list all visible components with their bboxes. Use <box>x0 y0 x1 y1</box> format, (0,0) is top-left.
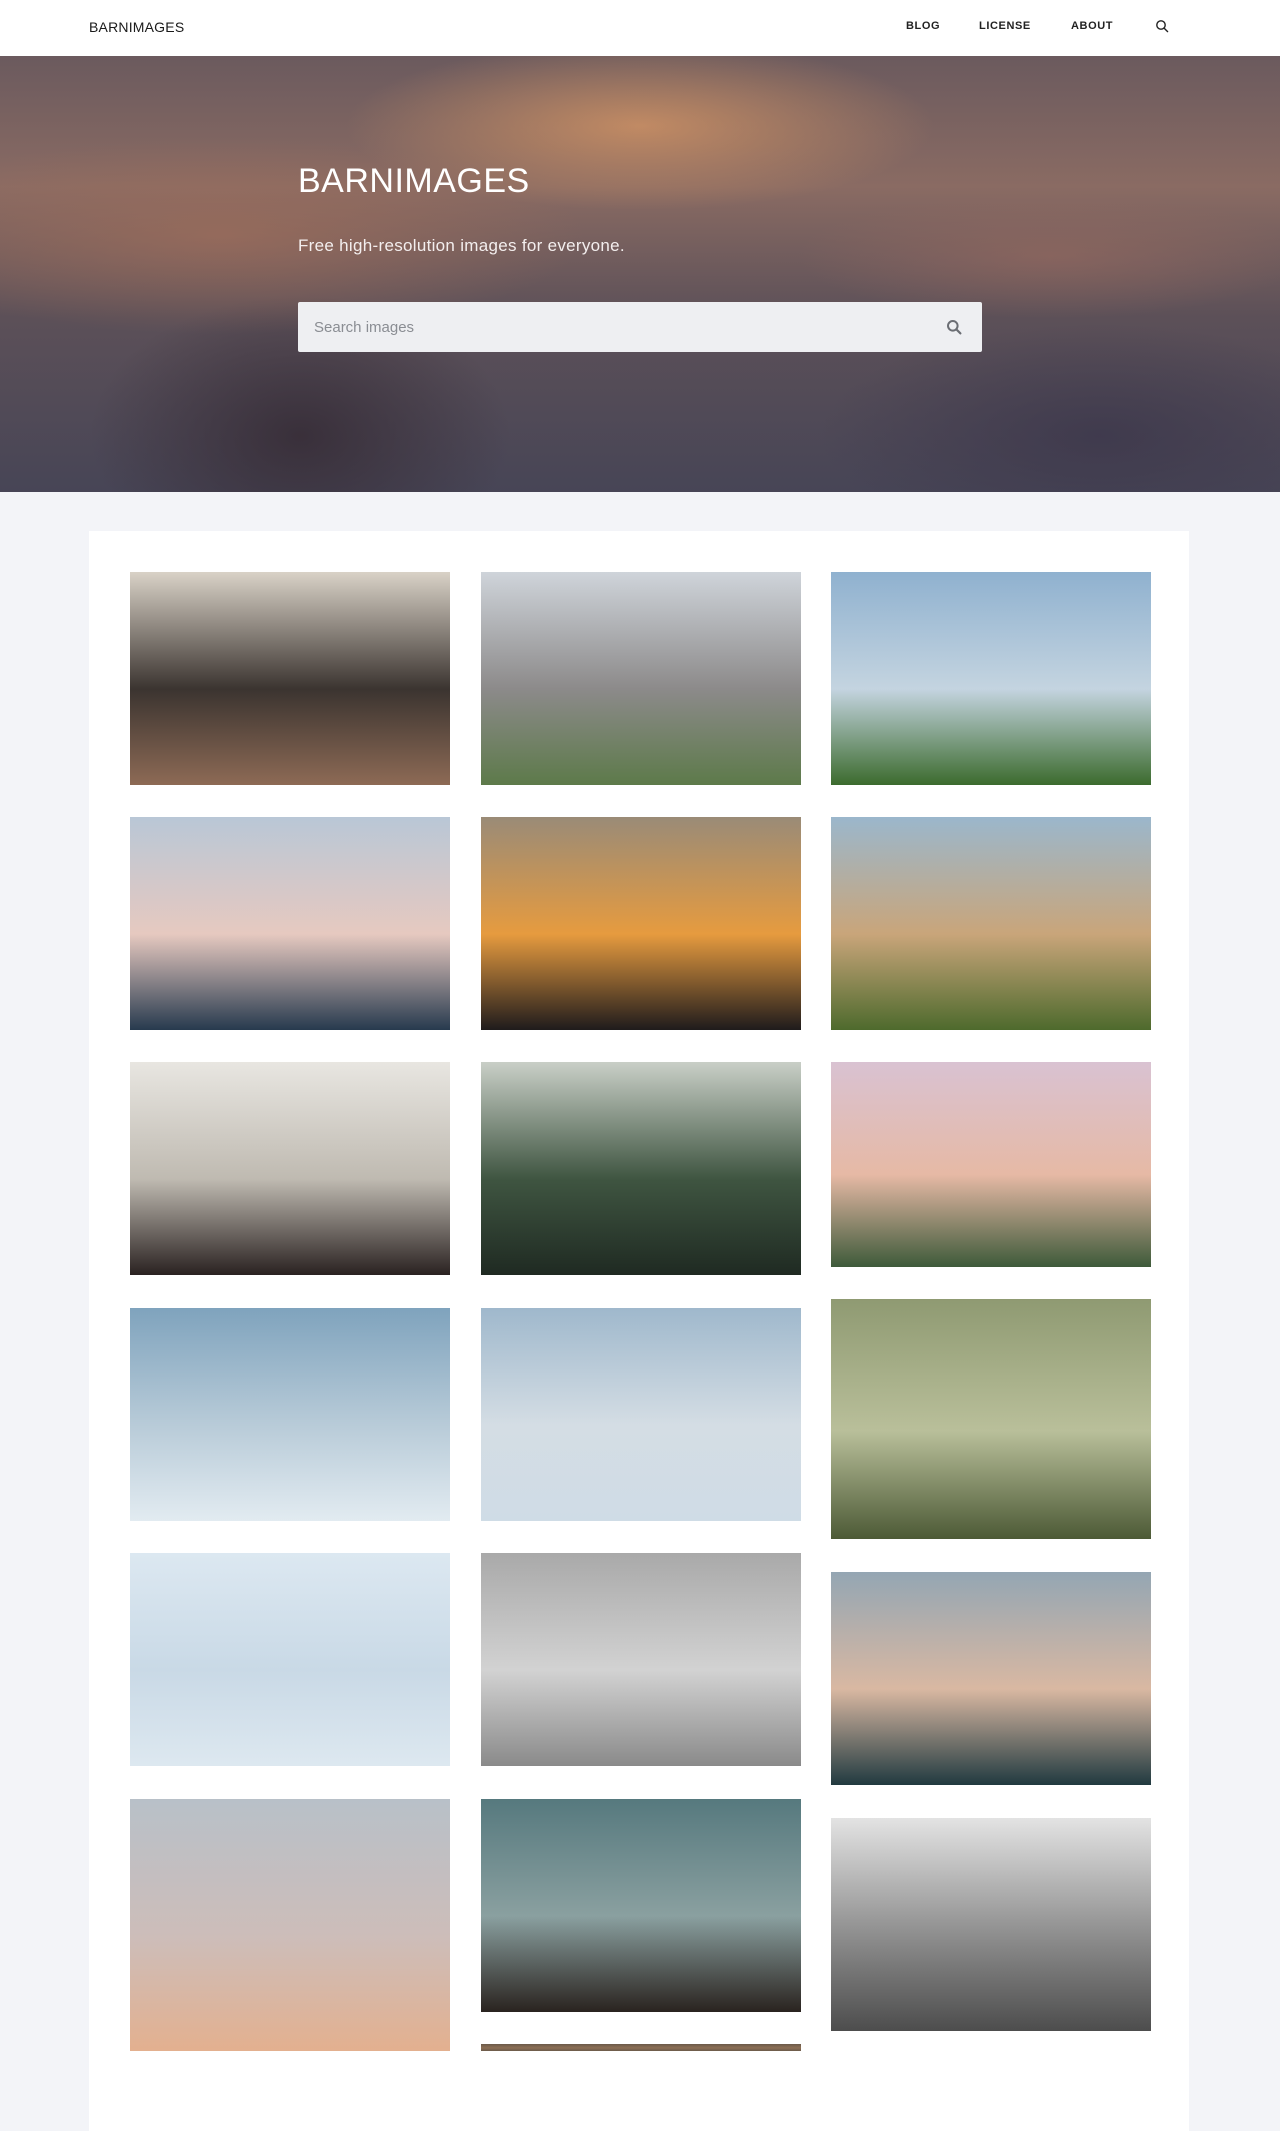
gallery-photo[interactable] <box>831 1818 1151 2031</box>
gallery-photo[interactable] <box>831 1062 1151 1267</box>
photo-thumbnail <box>130 1308 450 1521</box>
photo-thumbnail <box>481 1799 801 2012</box>
top-navigation-bar: BARNIMAGES BLOG LICENSE ABOUT <box>0 0 1280 56</box>
photo-thumbnail <box>831 1818 1151 2031</box>
image-gallery <box>89 531 1189 2131</box>
nav-link-about[interactable]: ABOUT <box>1071 20 1113 32</box>
gallery-photo[interactable] <box>481 572 801 785</box>
gallery-photo[interactable] <box>831 1572 1151 1785</box>
gallery-photo[interactable] <box>831 817 1151 1030</box>
nav-link-license[interactable]: LICENSE <box>979 20 1031 32</box>
gallery-photo[interactable] <box>130 1062 450 1275</box>
search-icon[interactable] <box>946 319 962 335</box>
hero-banner: BARNIMAGES Free high-resolution images f… <box>0 56 1280 492</box>
nav-link-blog[interactable]: BLOG <box>906 20 940 32</box>
search-input[interactable] <box>298 302 918 352</box>
photo-thumbnail <box>130 1062 450 1275</box>
photo-thumbnail <box>130 817 450 1030</box>
photo-thumbnail <box>481 817 801 1030</box>
search-icon[interactable] <box>1155 19 1169 33</box>
photo-thumbnail <box>130 1799 450 2051</box>
photo-thumbnail <box>481 1553 801 1766</box>
photo-thumbnail <box>831 1572 1151 1785</box>
gallery-photo[interactable] <box>130 572 450 785</box>
photo-thumbnail <box>130 1553 450 1766</box>
gallery-photo[interactable] <box>481 1553 801 1766</box>
photo-thumbnail <box>831 572 1151 785</box>
gallery-photo[interactable] <box>481 817 801 1030</box>
gallery-photo[interactable] <box>831 1299 1151 1539</box>
gallery-photo[interactable] <box>831 572 1151 785</box>
photo-thumbnail <box>130 572 450 785</box>
photo-thumbnail <box>831 817 1151 1030</box>
photo-thumbnail <box>831 1299 1151 1539</box>
hero-title: BARNIMAGES <box>298 162 530 200</box>
gallery-photo[interactable] <box>130 1308 450 1521</box>
image-search-box <box>298 302 982 352</box>
gallery-photo[interactable] <box>481 1799 801 2012</box>
gallery-photo[interactable] <box>130 1799 450 2051</box>
photo-thumbnail <box>481 1308 801 1521</box>
gallery-photo[interactable] <box>130 817 450 1030</box>
photo-thumbnail <box>831 1062 1151 1267</box>
gallery-photo[interactable] <box>130 1553 450 1766</box>
photo-thumbnail <box>481 1062 801 1275</box>
nav-links: BLOG LICENSE ABOUT <box>0 20 1280 36</box>
gallery-photo[interactable] <box>481 1062 801 1275</box>
photo-thumbnail <box>481 572 801 785</box>
gallery-photo[interactable] <box>481 1308 801 1521</box>
hero-subtitle: Free high-resolution images for everyone… <box>298 236 625 255</box>
